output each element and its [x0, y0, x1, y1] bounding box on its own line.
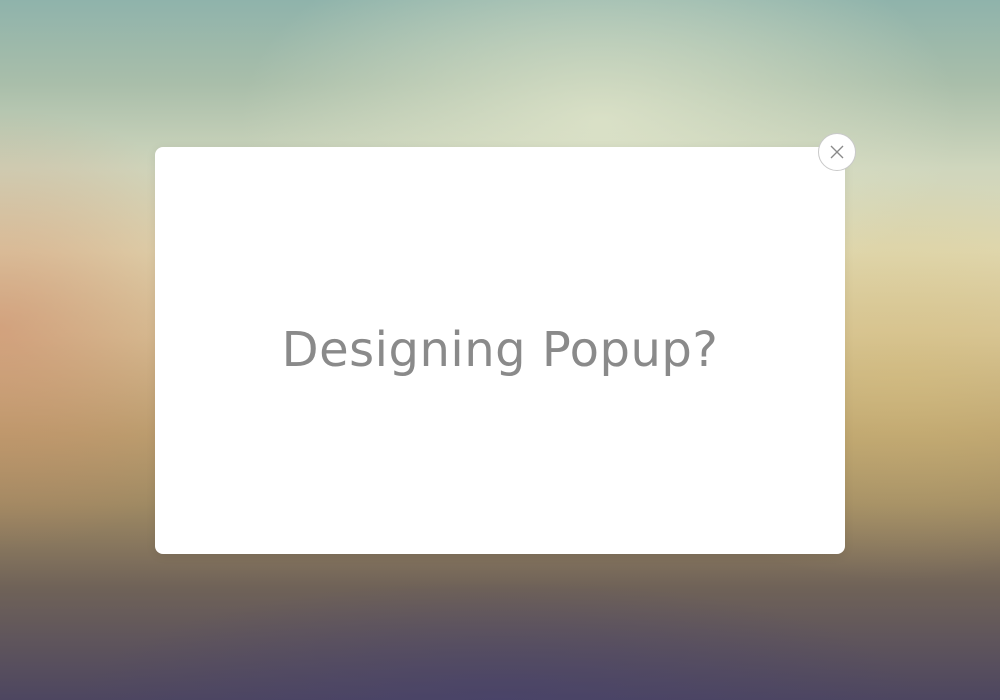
- popup-title: Designing Popup?: [281, 322, 719, 378]
- close-button[interactable]: [818, 133, 856, 171]
- close-icon: [830, 145, 844, 159]
